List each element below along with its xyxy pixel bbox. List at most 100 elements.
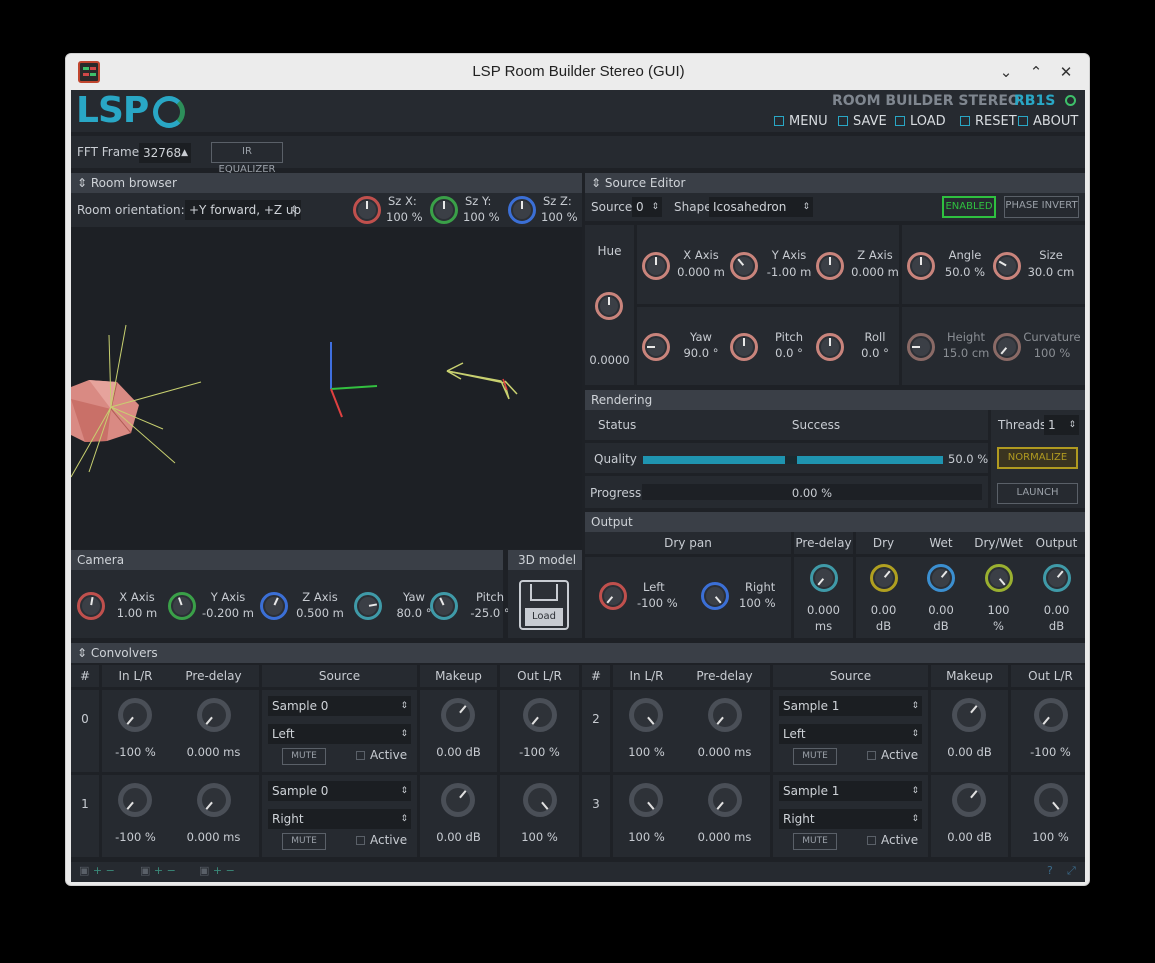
output-knob-2[interactable]	[927, 564, 955, 592]
convolver-active-checkbox[interactable]	[867, 751, 876, 760]
convolver-mute-button[interactable]: MUTE	[793, 833, 837, 850]
camera-knob-0[interactable]	[77, 592, 105, 620]
convolver-predelay-knob[interactable]	[197, 698, 231, 732]
convolver-out-knob[interactable]	[1034, 698, 1068, 732]
source-rot-knob-2[interactable]	[816, 333, 844, 361]
shape-select[interactable]: Icosahedron ⇕	[709, 197, 813, 217]
convolver-out-knob[interactable]	[523, 783, 557, 817]
convolver-channel-select[interactable]: Right ⇕	[779, 809, 922, 829]
convolver-predelay-knob[interactable]	[708, 783, 742, 817]
source-shape2-label: Curvature	[1023, 330, 1081, 344]
source-shape2-knob-1[interactable]	[993, 333, 1021, 361]
camera-knob-1[interactable]	[168, 592, 196, 620]
convolver-makeup-knob[interactable]	[441, 698, 475, 732]
convolver-sample-select[interactable]: Sample 1 ⇕	[779, 781, 922, 801]
output-knob-1[interactable]	[869, 564, 898, 592]
help-icon[interactable]: ?	[1047, 864, 1053, 877]
size-knob-0[interactable]	[353, 196, 381, 224]
power-icon[interactable]	[1065, 95, 1076, 106]
room-orientation-select[interactable]: +Y forward, +Z up ⇕	[185, 200, 301, 220]
camera-knob-2[interactable]	[260, 592, 288, 620]
source-shape2-knob-0[interactable]	[907, 333, 935, 361]
menu-menu-button[interactable]: MENU	[774, 114, 828, 129]
convolver-in-knob[interactable]	[118, 698, 152, 732]
layout-icon[interactable]: ▣ + −	[140, 864, 176, 877]
menu-save-button[interactable]: SAVE	[838, 114, 887, 129]
minimize-icon[interactable]: ⌄	[994, 60, 1018, 84]
convolver-active-checkbox[interactable]	[356, 751, 365, 760]
close-icon[interactable]: ✕	[1054, 60, 1078, 84]
size-knob-2[interactable]	[508, 196, 536, 224]
convolver-channel-select[interactable]: Left ⇕	[268, 724, 411, 744]
knob-pointer	[443, 201, 445, 209]
launch-button[interactable]: LAUNCH	[997, 483, 1078, 504]
convolver-makeup-knob[interactable]	[952, 698, 986, 732]
convolver-in-knob[interactable]	[629, 698, 663, 732]
convolver-mute-button[interactable]: MUTE	[282, 833, 326, 850]
output-knob-4[interactable]	[1042, 564, 1071, 592]
normalize-button[interactable]: NORMALIZE	[997, 447, 1078, 469]
convolver-sample-select[interactable]: Sample 0 ⇕	[268, 696, 411, 716]
source-pos-value: 0.000 m	[677, 265, 725, 279]
convolver-mute-button[interactable]: MUTE	[793, 748, 837, 765]
3d-model-header: 3D model	[508, 550, 582, 570]
convolver-active-checkbox[interactable]	[356, 836, 365, 845]
source-rot-knob-1[interactable]	[730, 333, 758, 361]
convolver-predelay-knob[interactable]	[197, 783, 231, 817]
output-knob-3[interactable]	[984, 564, 1013, 592]
hue-knob[interactable]	[595, 292, 623, 320]
output-value: 0.000	[807, 603, 840, 617]
source-select[interactable]: 0 ⇕	[632, 197, 662, 217]
convolver-channel-select[interactable]: Right ⇕	[268, 809, 411, 829]
menu-reset-button[interactable]: RESET	[960, 114, 1017, 129]
size-value: 100 %	[463, 210, 500, 224]
source-shape-knob-1[interactable]	[993, 252, 1021, 280]
convolver-sample-select[interactable]: Sample 0 ⇕	[268, 781, 411, 801]
source-pos-knob-1[interactable]	[730, 252, 758, 280]
dry-pan-knob-0[interactable]	[599, 582, 627, 610]
convolver-sample-select[interactable]: Sample 1 ⇕	[779, 696, 922, 716]
phase-invert-button[interactable]: PHASE INVERT	[1004, 196, 1079, 218]
dry-pan-knob-1[interactable]	[701, 582, 729, 610]
menu-load-button[interactable]: LOAD	[895, 114, 946, 129]
layout-icon[interactable]: ▣ + −	[79, 864, 115, 877]
layout-icon[interactable]: ▣ + −	[199, 864, 235, 877]
3d-viewport[interactable]	[71, 227, 582, 549]
enabled-button[interactable]: ENABLED	[942, 196, 996, 218]
spinner-icon: ⇕	[1068, 420, 1076, 430]
convolver-makeup-knob[interactable]	[952, 783, 986, 817]
threads-select[interactable]: 1 ⇕	[1044, 415, 1079, 435]
quality-slider[interactable]	[643, 456, 943, 464]
size-knob-1[interactable]	[430, 196, 458, 224]
convolver-predelay-knob[interactable]	[708, 698, 742, 732]
convolver-makeup-knob[interactable]	[441, 783, 475, 817]
output-knob-0[interactable]	[809, 564, 838, 592]
source-rot-knob-0[interactable]	[642, 333, 670, 361]
resize-icon[interactable]: ⤢	[1067, 864, 1076, 878]
maximize-icon[interactable]: ⌃	[1024, 60, 1048, 84]
source-pos-label: Z Axis	[857, 248, 893, 262]
camera-knob-4[interactable]	[430, 592, 458, 620]
menu-label: SAVE	[853, 114, 887, 129]
fft-frame-select[interactable]: 32768 ▲	[139, 143, 191, 163]
camera-knob-3[interactable]	[354, 592, 382, 620]
output-unit: dB	[875, 619, 892, 633]
camera-knob-value: -0.200 m	[202, 606, 254, 620]
convolver-mute-button[interactable]: MUTE	[282, 748, 326, 765]
source-pos-knob-0[interactable]	[642, 252, 670, 280]
convolver-in-knob[interactable]	[629, 783, 663, 817]
convolver-out-knob[interactable]	[1034, 783, 1068, 817]
source-pos-knob-2[interactable]	[816, 252, 844, 280]
convolver-predelay-value: 0.000 ms	[186, 830, 241, 844]
convolver-out-knob[interactable]	[523, 698, 557, 732]
convolver-header-label: Out L/R	[1028, 669, 1073, 683]
convolver-out-value: -100 %	[1030, 745, 1071, 759]
convolver-cell	[582, 690, 610, 772]
convolver-active-checkbox[interactable]	[867, 836, 876, 845]
menu-about-button[interactable]: ABOUT	[1018, 114, 1078, 129]
load-model-button[interactable]: Load	[519, 580, 569, 630]
convolver-in-knob[interactable]	[118, 783, 152, 817]
convolver-channel-select[interactable]: Left ⇕	[779, 724, 922, 744]
ir-equalizer-button[interactable]: IR EQUALIZER	[211, 142, 283, 175]
source-shape-knob-0[interactable]	[907, 252, 935, 280]
